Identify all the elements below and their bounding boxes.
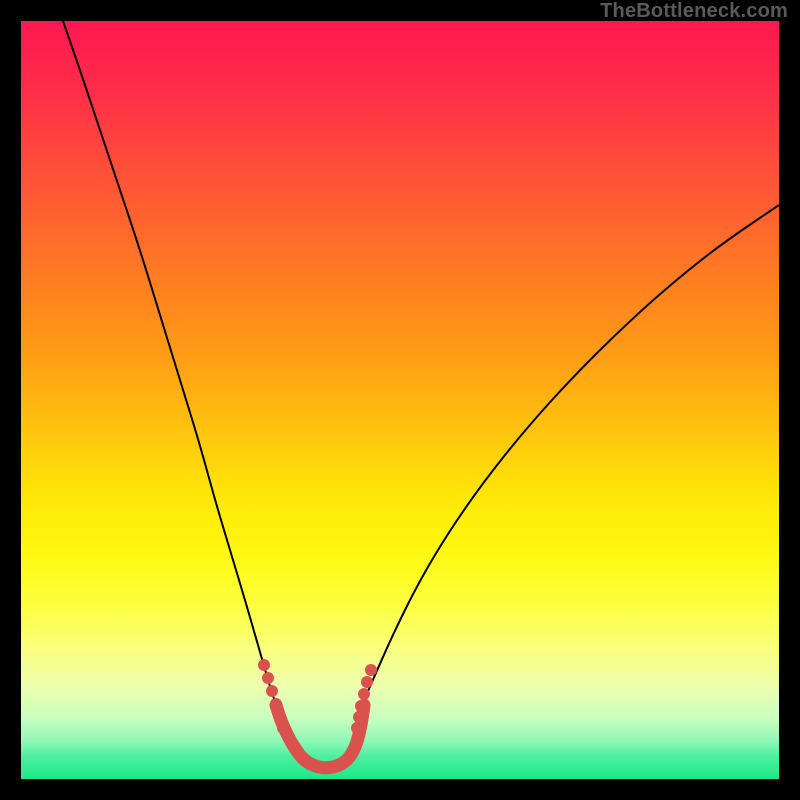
highlight-dots-left [277, 722, 289, 734]
highlight-dots-left [258, 659, 270, 671]
highlight-dots-right [358, 688, 370, 700]
highlight-dots-right [353, 711, 365, 723]
curve-left [63, 21, 276, 705]
highlight-dots-right [351, 722, 363, 734]
highlight-dots-right [361, 676, 373, 688]
highlight-dots-right [355, 700, 367, 712]
chart-frame: TheBottleneck.com [0, 0, 800, 800]
highlight-dots-right [365, 664, 377, 676]
highlight-bottom [276, 705, 364, 768]
watermark-label: TheBottleneck.com [600, 0, 788, 23]
highlight-dots-left [270, 698, 282, 710]
curve-right [362, 205, 779, 705]
chart-overlay [0, 0, 800, 800]
highlight-dots-left [274, 711, 286, 723]
highlight-dots-left [262, 672, 274, 684]
highlight-dots-left [266, 685, 278, 697]
